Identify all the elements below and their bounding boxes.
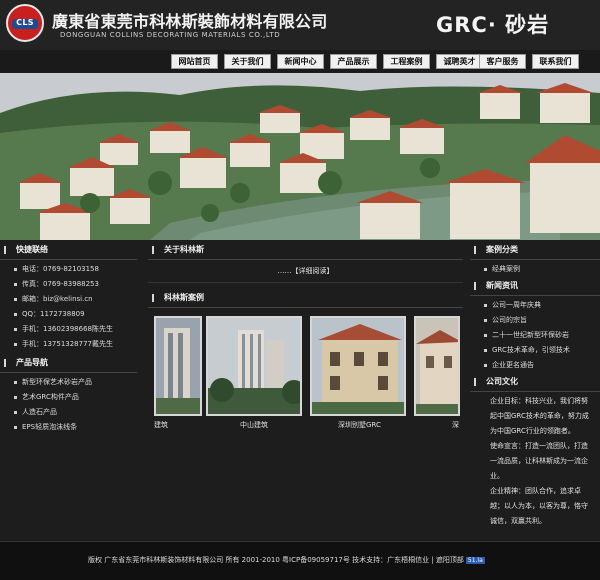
- case-category-list: 经典案例: [470, 260, 600, 277]
- case-caption[interactable]: 深圳别墅GRC: [338, 420, 381, 430]
- case-caption[interactable]: 深: [452, 420, 459, 430]
- culture-line: 为中国GRC行业的领跑者。: [490, 427, 575, 435]
- culture-line: 业。: [490, 472, 504, 480]
- logo-text: CLS: [16, 18, 34, 27]
- contact-phone: 电话：0769-82103158: [0, 262, 137, 277]
- contact-mobile-2: 手机：13751328777戴先生: [0, 337, 137, 352]
- section-marker: [4, 359, 6, 367]
- product-link[interactable]: EPS轻质泡沫线条: [0, 420, 137, 435]
- contact-mobile-1: 手机：13602398668陈先生: [0, 322, 137, 337]
- culture-line: 诚信，双赢共利。: [490, 517, 546, 525]
- section-title: 公司文化: [486, 377, 518, 386]
- contact-email[interactable]: 邮箱：biz@kelinsi.cn: [0, 292, 137, 307]
- contact-qq: QQ：1172738809: [0, 307, 137, 322]
- zhongshan-building-photo: [208, 318, 300, 414]
- company-name-cn: 廣東省東莞市科林斯裝飾材料有限公司: [52, 12, 328, 31]
- main-content: 关于科林斯 ……【详细阅读】 科林斯案例 建筑 中山建筑 深圳别墅GRC 深: [148, 241, 463, 541]
- culture-text: 企业目标：科技兴业，我们将努 起中国GRC技术的革命，努力成 为中国GRC行业的…: [470, 392, 600, 529]
- news-list: 公司一周年庆典 公司的宗旨 二十一世纪新型环保砂岩 GRC技术革命，引领技术 企…: [470, 296, 600, 373]
- nav-news[interactable]: 新闻中心: [277, 54, 324, 69]
- case-thumb-building[interactable]: [154, 316, 202, 416]
- news-link[interactable]: 企业更名通告: [470, 358, 600, 373]
- case-category-link[interactable]: 经典案例: [470, 262, 600, 277]
- partial-building-photo: [416, 318, 458, 414]
- header-slogan: GRC· 砂岩: [436, 13, 550, 37]
- stats-badge[interactable]: 51.la: [465, 557, 485, 564]
- nav-about[interactable]: 关于我们: [224, 54, 271, 69]
- section-marker: [474, 378, 476, 386]
- section-title: 案例分类: [486, 245, 518, 254]
- main-nav: 网站首页 关于我们 新闻中心 产品展示 工程案例 诚聘英才 客户服务 联系我们: [0, 50, 600, 72]
- section-title: 关于科林斯: [164, 245, 204, 254]
- product-link[interactable]: 艺术GRC构件产品: [0, 390, 137, 405]
- site-footer: 版权 广东省东莞市科林斯装饰材料有限公司 所有 2001-2010 粤ICP备0…: [0, 541, 600, 580]
- villa-landscape-illustration: [0, 73, 600, 240]
- news-link[interactable]: 公司的宗旨: [470, 313, 600, 328]
- company-logo[interactable]: CLS: [6, 4, 44, 42]
- culture-line: 一流品质，让科林斯成为一流企: [490, 457, 588, 465]
- culture-line: 起中国GRC技术的革命，努力成: [490, 412, 589, 420]
- nav-products[interactable]: 产品展示: [330, 54, 377, 69]
- section-marker: [152, 294, 154, 302]
- section-marker: [474, 282, 476, 290]
- culture-line: 企业目标：科技兴业，我们将努: [490, 397, 588, 405]
- section-header-products: 产品导航: [0, 354, 137, 373]
- nav-home[interactable]: 网站首页: [171, 54, 218, 69]
- section-marker: [152, 246, 154, 254]
- banner-image: [0, 73, 600, 240]
- site-header: CLS 廣東省東莞市科林斯裝飾材料有限公司 DONGGUAN COLLINS D…: [0, 0, 600, 50]
- section-header-contact: 快捷联络: [0, 241, 137, 260]
- about-read-more-link[interactable]: ……【详细阅读】: [148, 260, 463, 283]
- left-sidebar: 快捷联络 电话：0769-82103158 传真：0769-83988253 邮…: [0, 241, 137, 541]
- section-title: 科林斯案例: [164, 293, 204, 302]
- section-header-cases: 科林斯案例: [148, 289, 463, 308]
- news-link[interactable]: 二十一世纪新型环保砂岩: [470, 328, 600, 343]
- section-title: 新闻资讯: [486, 281, 518, 290]
- contact-list: 电话：0769-82103158 传真：0769-83988253 邮箱：biz…: [0, 260, 137, 352]
- shenzhen-villa-photo: [312, 318, 404, 414]
- section-header-news: 新闻资讯: [470, 277, 600, 296]
- building-photo: [156, 318, 200, 414]
- news-link[interactable]: 公司一周年庆典: [470, 298, 600, 313]
- section-header-case-category: 案例分类: [470, 241, 600, 260]
- footer-copyright: 版权 广东省东莞市科林斯装饰材料有限公司 所有 2001-2010 粤ICP备0…: [88, 555, 485, 565]
- nav-jobs[interactable]: 诚聘英才: [436, 54, 483, 69]
- news-link[interactable]: GRC技术革命，引领技术: [470, 343, 600, 358]
- section-header-about: 关于科林斯: [148, 241, 463, 260]
- case-caption[interactable]: 中山建筑: [240, 420, 268, 430]
- section-marker: [474, 246, 476, 254]
- section-header-culture: 公司文化: [470, 373, 600, 392]
- section-marker: [4, 246, 6, 254]
- section-title: 快捷联络: [16, 245, 48, 254]
- company-name-en: DONGGUAN COLLINS DECORATING MATERIALS CO…: [60, 31, 281, 39]
- case-thumb-shenzhen-villa[interactable]: [310, 316, 406, 416]
- product-link[interactable]: 新型环保艺术砂岩产品: [0, 375, 137, 390]
- product-link[interactable]: 人造石产品: [0, 405, 137, 420]
- culture-line: 使命宣言：打造一流团队，打造: [490, 442, 588, 450]
- nav-contact[interactable]: 联系我们: [532, 54, 579, 69]
- case-gallery: 建筑 中山建筑 深圳别墅GRC 深: [148, 312, 463, 430]
- right-sidebar: 案例分类 经典案例 新闻资讯 公司一周年庆典 公司的宗旨 二十一世纪新型环保砂岩…: [470, 241, 600, 541]
- section-title: 产品导航: [16, 358, 48, 367]
- nav-cases[interactable]: 工程案例: [383, 54, 430, 69]
- culture-line: 越；以人为本，以客为尊，恪守: [490, 502, 588, 510]
- nav-service[interactable]: 客户服务: [479, 54, 526, 69]
- contact-fax: 传真：0769-83988253: [0, 277, 137, 292]
- culture-line: 企业精神：团队合作，追求卓: [490, 487, 581, 495]
- case-thumb-partial[interactable]: [414, 316, 460, 416]
- case-thumb-zhongshan[interactable]: [206, 316, 302, 416]
- case-caption[interactable]: 建筑: [154, 420, 168, 430]
- footer-text: 版权 广东省东莞市科林斯装饰材料有限公司 所有 2001-2010 粤ICP备0…: [88, 556, 464, 564]
- product-nav-list: 新型环保艺术砂岩产品 艺术GRC构件产品 人造石产品 EPS轻质泡沫线条: [0, 373, 137, 435]
